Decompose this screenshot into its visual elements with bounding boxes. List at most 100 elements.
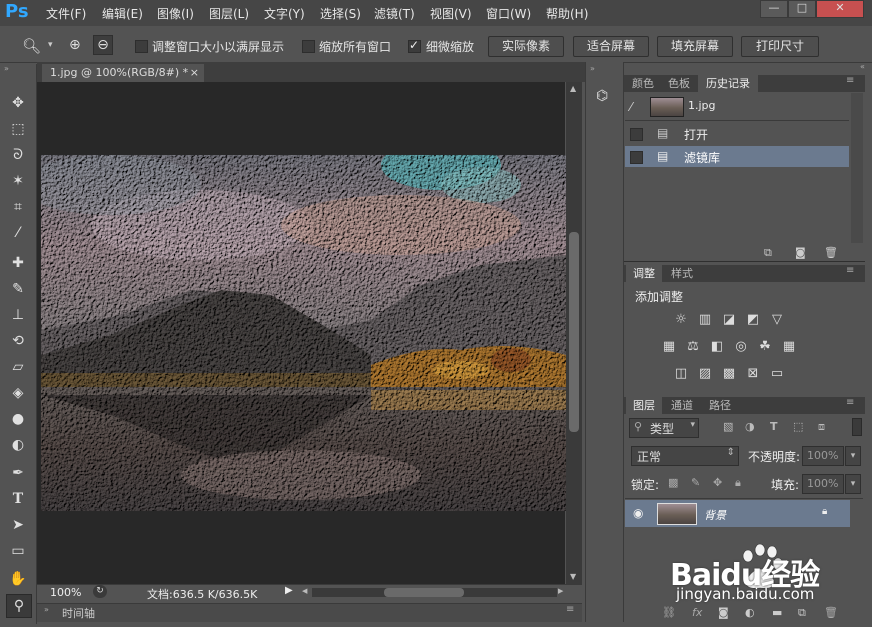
timeline-tab[interactable]: 时间轴: [62, 605, 95, 621]
chevron-down-icon[interactable]: ▾: [845, 446, 861, 466]
menu-image[interactable]: 图像(I): [157, 5, 194, 22]
panel-menu-icon[interactable]: ≡: [566, 604, 574, 615]
zoom-level[interactable]: 100%: [50, 586, 81, 599]
scroll-right-icon[interactable]: ▶: [558, 587, 563, 595]
actual-pixels-button[interactable]: 实际像素: [488, 36, 564, 57]
zoom-in-icon[interactable]: ⊕: [69, 37, 81, 53]
menu-window[interactable]: 窗口(W): [486, 5, 531, 22]
curves-icon[interactable]: ◪: [721, 313, 737, 327]
collapse-icon[interactable]: »: [4, 64, 9, 73]
selective-color-icon[interactable]: ⊠: [745, 367, 761, 381]
document-tab[interactable]: 1.jpg @ 100%(RGB/8#) * ×: [42, 64, 204, 82]
menu-file[interactable]: 文件(F): [46, 5, 86, 22]
type-tool-icon[interactable]: T: [6, 488, 30, 510]
restore-button[interactable]: □: [788, 0, 816, 18]
hue-saturation-icon[interactable]: ▦: [661, 340, 677, 354]
gradient-map-icon[interactable]: ▭: [769, 367, 785, 381]
tab-swatches[interactable]: 色板: [662, 75, 696, 92]
trash-icon[interactable]: 🗑︎: [824, 606, 838, 619]
print-size-button[interactable]: 打印尺寸: [741, 36, 819, 57]
document-image[interactable]: [41, 155, 566, 511]
levels-icon[interactable]: ▥: [697, 313, 713, 327]
status-menu-icon[interactable]: ▶: [285, 585, 293, 596]
hand-tool-icon[interactable]: ✋: [6, 568, 30, 590]
brightness-icon[interactable]: ☼: [673, 313, 689, 327]
collapse-icon[interactable]: »: [44, 605, 49, 614]
group-folder-icon[interactable]: ▬: [772, 606, 782, 619]
horizontal-scrollbar-thumb[interactable]: [384, 588, 464, 597]
color-lookup-icon[interactable]: ▦: [781, 340, 797, 354]
menu-select[interactable]: 选择(S): [320, 5, 361, 22]
eye-icon[interactable]: ◉: [633, 506, 643, 520]
blend-mode-select[interactable]: 正常 ⇕: [631, 446, 739, 466]
scroll-down-icon[interactable]: ▼: [570, 572, 576, 581]
lock-paint-icon[interactable]: ✎: [691, 476, 700, 489]
menu-type[interactable]: 文字(Y): [264, 5, 305, 22]
rectangle-tool-icon[interactable]: ▭: [6, 540, 30, 562]
close-button[interactable]: ✕: [816, 0, 864, 18]
trash-icon[interactable]: 🗑︎: [824, 246, 838, 259]
channel-mixer-icon[interactable]: ☘: [757, 340, 773, 354]
layer-filter-select[interactable]: ⚲ 类型 ▾: [629, 418, 699, 438]
layer-name[interactable]: 背景: [704, 507, 726, 523]
pen-tool-icon[interactable]: ✒: [6, 462, 30, 484]
black-white-icon[interactable]: ◧: [709, 340, 725, 354]
filter-smart-icon[interactable]: ⧈: [818, 420, 825, 434]
layer-mask-icon[interactable]: ◙: [718, 606, 729, 619]
zoom-out-icon[interactable]: ⊖: [93, 35, 113, 55]
filter-shape-icon[interactable]: ⬚: [793, 420, 803, 433]
resize-windows-checkbox[interactable]: [135, 40, 148, 53]
zoom-tool-icon[interactable]: ⚲: [6, 594, 32, 618]
new-layer-icon[interactable]: ⧉: [798, 606, 806, 620]
history-brush-source-icon[interactable]: ⁄: [630, 100, 632, 114]
exposure-icon[interactable]: ◩: [745, 313, 761, 327]
collapse-icon[interactable]: «: [860, 62, 865, 71]
scrubby-zoom-checkbox[interactable]: [408, 38, 421, 53]
path-select-icon[interactable]: ➤: [6, 514, 30, 536]
menu-view[interactable]: 视图(V): [430, 5, 472, 22]
panel-menu-icon[interactable]: ≡: [846, 397, 854, 408]
tab-channels[interactable]: 通道: [664, 397, 700, 414]
adjustment-layer-icon[interactable]: ◐: [745, 606, 755, 619]
stamp-tool-icon[interactable]: ⊥: [6, 304, 30, 326]
history-source-checkbox[interactable]: [630, 128, 643, 141]
tab-paths[interactable]: 路径: [702, 397, 738, 414]
vibrance-icon[interactable]: ▽: [769, 313, 785, 327]
filter-adjust-icon[interactable]: ◑: [745, 420, 755, 433]
collapse-icon[interactable]: »: [590, 64, 595, 73]
vertical-scrollbar-thumb[interactable]: [569, 232, 579, 432]
lasso-tool-icon[interactable]: ᘐ: [6, 144, 30, 166]
brush-tool-icon[interactable]: ✎: [6, 278, 30, 300]
lock-move-icon[interactable]: ✥: [713, 476, 722, 489]
blur-tool-icon[interactable]: ●: [6, 408, 30, 430]
chevron-down-icon[interactable]: ▾: [48, 40, 53, 50]
chevron-down-icon[interactable]: ▾: [845, 474, 861, 494]
healing-brush-icon[interactable]: ✚: [6, 252, 30, 274]
tab-layers[interactable]: 图层: [626, 397, 662, 414]
history-brush-icon[interactable]: ⟲: [6, 330, 30, 352]
scroll-left-icon[interactable]: ◀: [302, 587, 307, 595]
dodge-tool-icon[interactable]: ◐: [6, 434, 30, 456]
marquee-tool-icon[interactable]: ⬚: [6, 118, 30, 140]
color-balance-icon[interactable]: ⚖: [685, 340, 701, 354]
filter-pixel-icon[interactable]: ▧: [723, 420, 733, 433]
zoom-tool-icon[interactable]: 🔍︎: [22, 37, 41, 55]
fill-field[interactable]: 100%: [802, 474, 844, 494]
filter-type-icon[interactable]: T: [770, 420, 778, 433]
panel-menu-icon[interactable]: ≡: [846, 75, 854, 86]
lock-transparent-icon[interactable]: ▩: [668, 476, 678, 489]
move-tool-icon[interactable]: ✥: [6, 92, 30, 114]
crop-tool-icon[interactable]: ⌗: [6, 196, 30, 218]
snapshot-name[interactable]: 1.jpg: [688, 99, 716, 112]
tab-adjustments[interactable]: 调整: [626, 265, 662, 282]
new-document-icon[interactable]: ⧉: [764, 246, 772, 260]
history-item-open[interactable]: 打开: [684, 126, 708, 143]
tab-history[interactable]: 历史记录: [698, 75, 758, 92]
paint-bucket-icon[interactable]: ◈: [6, 382, 30, 404]
photo-filter-icon[interactable]: ◎: [733, 340, 749, 354]
camera-icon[interactable]: ◙: [795, 246, 806, 259]
fill-screen-button[interactable]: 填充屏幕: [657, 36, 733, 57]
menu-layer[interactable]: 图层(L): [209, 5, 249, 22]
lock-all-icon[interactable]: 🔒︎: [735, 476, 741, 490]
menu-edit[interactable]: 编辑(E): [102, 5, 143, 22]
